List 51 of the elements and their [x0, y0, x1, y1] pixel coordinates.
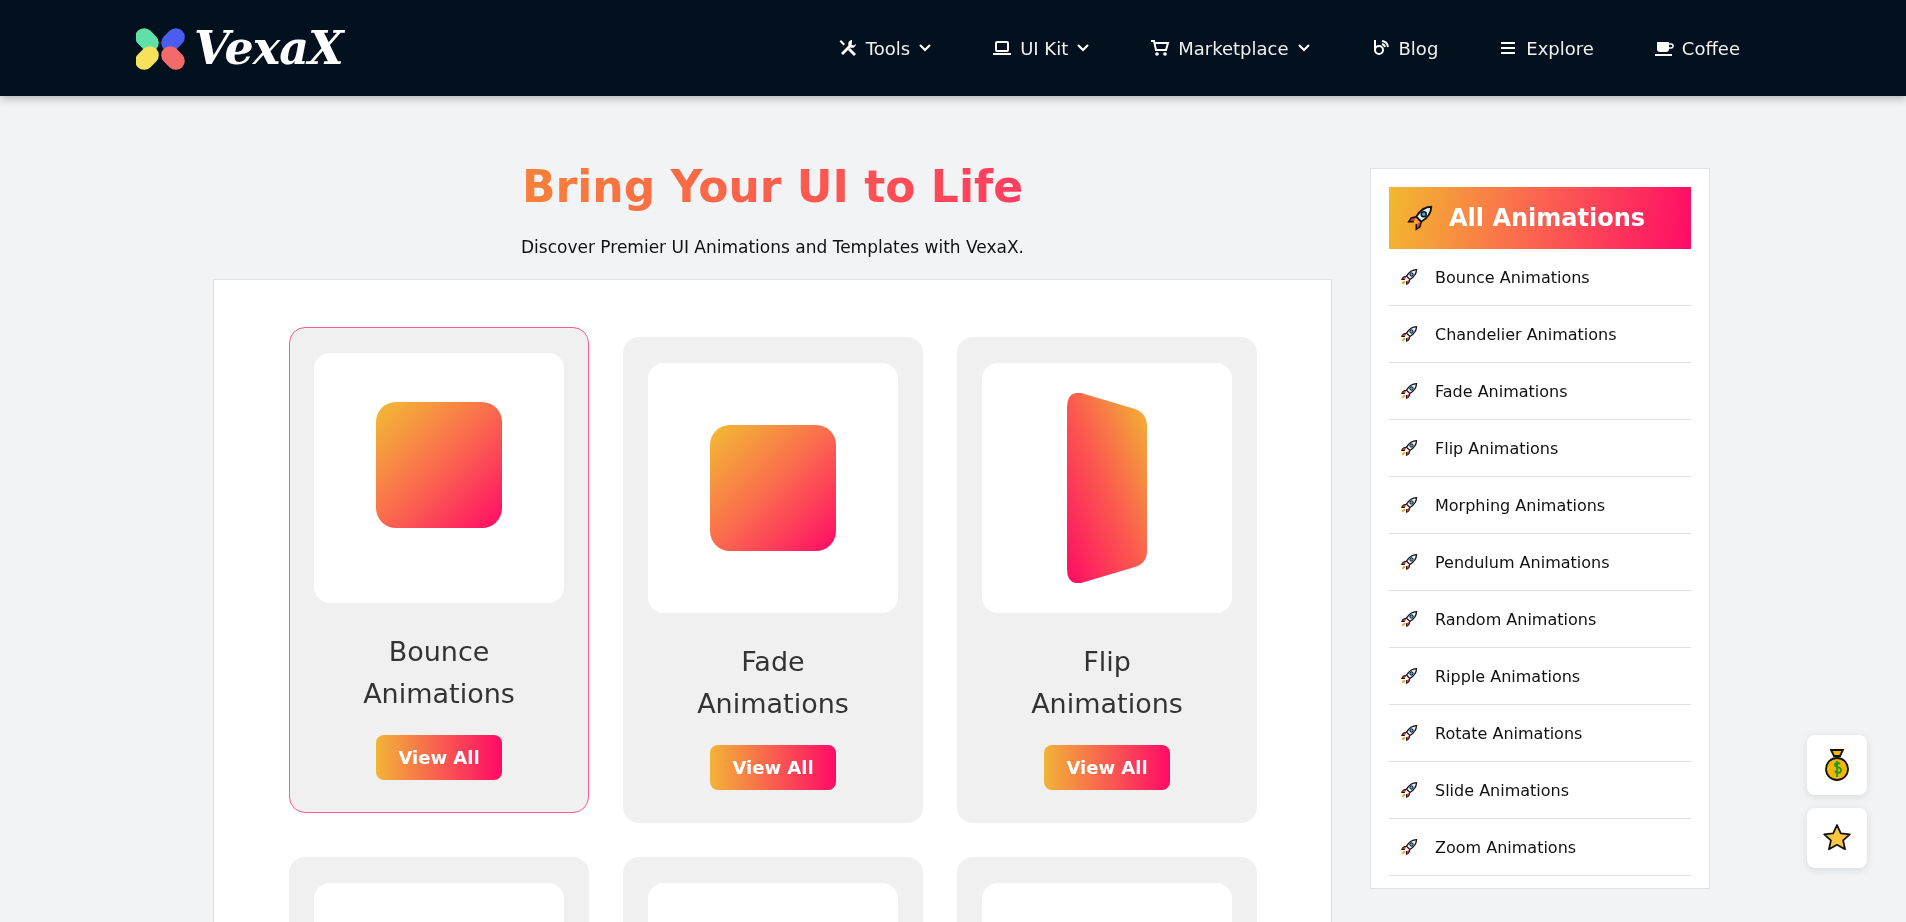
chevron-down-icon [1076, 43, 1091, 53]
sidebar-link[interactable]: Zoom Animations [1389, 819, 1691, 876]
chevron-down-icon [1296, 43, 1311, 53]
sidebar-link[interactable]: Ripple Animations [1389, 648, 1691, 705]
sidebar-link[interactable]: Random Animations [1389, 591, 1691, 648]
star-button[interactable] [1807, 808, 1867, 868]
laptop-icon [992, 38, 1013, 58]
nav-link[interactable]: Coffee [1653, 37, 1740, 59]
view-all-button[interactable]: View All [376, 734, 502, 780]
nav-link[interactable]: UI Kit [992, 37, 1091, 59]
sidebar-link[interactable]: Fade Animations [1389, 363, 1691, 420]
sidebar-link[interactable]: Flip Animations [1389, 420, 1691, 477]
view-all-button[interactable]: View All [710, 744, 836, 790]
rocket-icon [1399, 267, 1419, 287]
rocket-icon [1399, 381, 1419, 401]
nav-link[interactable]: Blog [1370, 37, 1439, 59]
rocket-icon [1399, 552, 1419, 572]
tools-icon [837, 38, 858, 58]
sidebar-link[interactable]: Pendulum Animations [1389, 534, 1691, 591]
rocket-icon [1399, 495, 1419, 515]
page-subtitle: Discover Premier UI Animations and Templates with VexaX. [521, 237, 1024, 258]
view-all-button[interactable]: View All [1044, 744, 1170, 790]
card-title: Fade Animations [696, 645, 850, 722]
sidebar-link[interactable]: Bounce Animations [1389, 249, 1691, 306]
logo-wordmark[interactable]: VexaX [194, 21, 343, 75]
card-title: Flip Animations [1030, 645, 1184, 722]
sidebar-header: All Animations [1389, 187, 1691, 249]
rocket-icon [1399, 723, 1419, 743]
card-title: Bounce Animations [362, 635, 516, 712]
rocket-icon [1405, 203, 1435, 233]
chevron-down-icon [918, 43, 933, 53]
sidebar-link[interactable]: Morphing Animations [1389, 477, 1691, 534]
rocket-icon [1399, 609, 1419, 629]
nav-link[interactable]: Marketplace [1150, 37, 1311, 59]
rocket-icon [1399, 666, 1419, 686]
rocket-icon [1399, 438, 1419, 458]
rocket-icon [1399, 780, 1419, 800]
animation-card[interactable]: Fade Animations View All [623, 337, 923, 823]
rocket-icon [1399, 324, 1419, 344]
money-bag-icon [1822, 748, 1852, 782]
nav-link[interactable]: Tools [837, 37, 933, 59]
animation-card[interactable]: Bounce Animations View All [289, 327, 589, 813]
sidebar-link[interactable]: Chandelier Animations [1389, 306, 1691, 363]
money-bag-button[interactable] [1807, 735, 1867, 795]
rocket-icon [1399, 837, 1419, 857]
sidebar-link[interactable]: Slide Animations [1389, 762, 1691, 819]
star-icon [1822, 823, 1852, 853]
sidebar-link[interactable]: Rotate Animations [1389, 705, 1691, 762]
nav-link[interactable]: Explore [1498, 37, 1594, 59]
cart-icon [1150, 38, 1171, 58]
animation-card[interactable]: Flip Animations View All [957, 337, 1257, 823]
